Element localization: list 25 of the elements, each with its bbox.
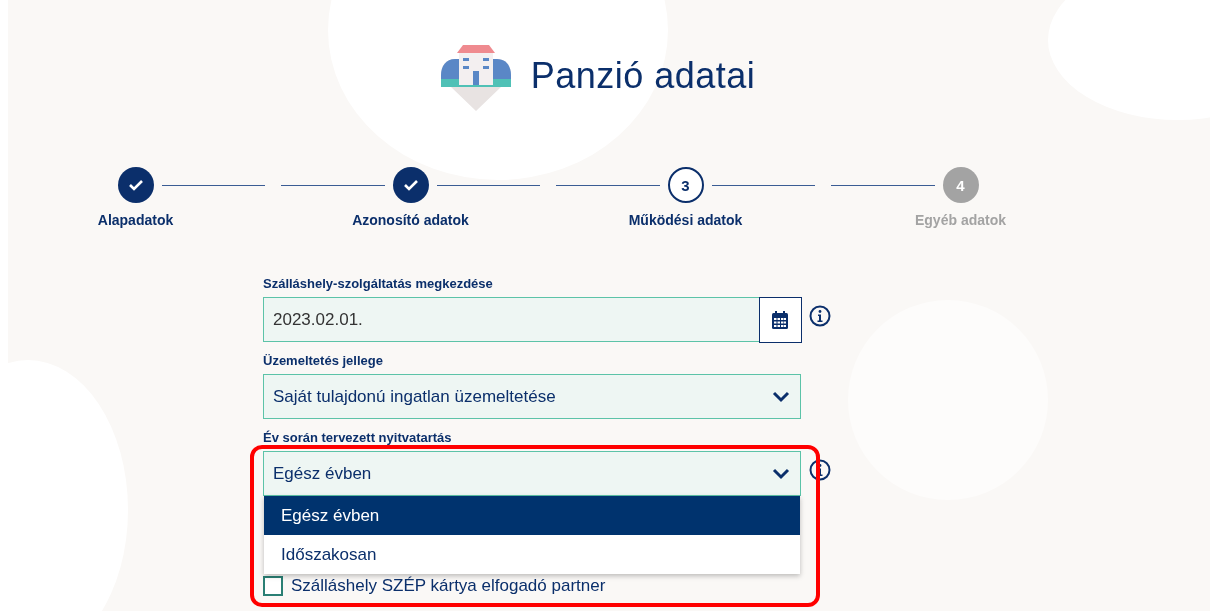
field-label: Üzemeltetés jellege: [263, 353, 384, 368]
step-label: Működési adatok: [628, 212, 743, 228]
date-field[interactable]: 2023.02.01.: [263, 297, 801, 342]
chevron-down-icon: [772, 390, 790, 403]
checkbox-label: Szálláshely SZÉP kártya elfogadó partner: [291, 576, 606, 596]
step-label: Alapadatok: [97, 212, 174, 228]
step-label: Egyéb adatok: [915, 212, 1006, 228]
completed-step-icon: [392, 167, 429, 203]
page-title: Panzió adatai: [530, 55, 756, 97]
select-field[interactable]: Egész évben: [263, 451, 801, 496]
info-icon[interactable]: [809, 305, 831, 327]
completed-step-icon: [117, 167, 154, 203]
calendar-icon: [772, 310, 788, 329]
field-label: Szálláshely-szolgáltatás megkezdése: [263, 276, 494, 291]
dropdown-option[interactable]: Egész évben: [264, 496, 800, 535]
info-icon[interactable]: [809, 459, 831, 481]
field-label: Év során tervezett nyitvatartás: [263, 430, 453, 445]
step-label: Azonosító adatok: [352, 212, 469, 228]
pending-step-number: 4: [942, 167, 979, 203]
dropdown-option[interactable]: Időszakosan: [264, 535, 800, 574]
checkbox[interactable]: [263, 576, 283, 596]
chevron-down-icon: [772, 467, 790, 480]
current-step-number: 3: [667, 167, 704, 203]
calendar-button[interactable]: [758, 296, 802, 343]
select-field[interactable]: Saját tulajdonú ingatlan üzemeltetése: [263, 374, 801, 419]
